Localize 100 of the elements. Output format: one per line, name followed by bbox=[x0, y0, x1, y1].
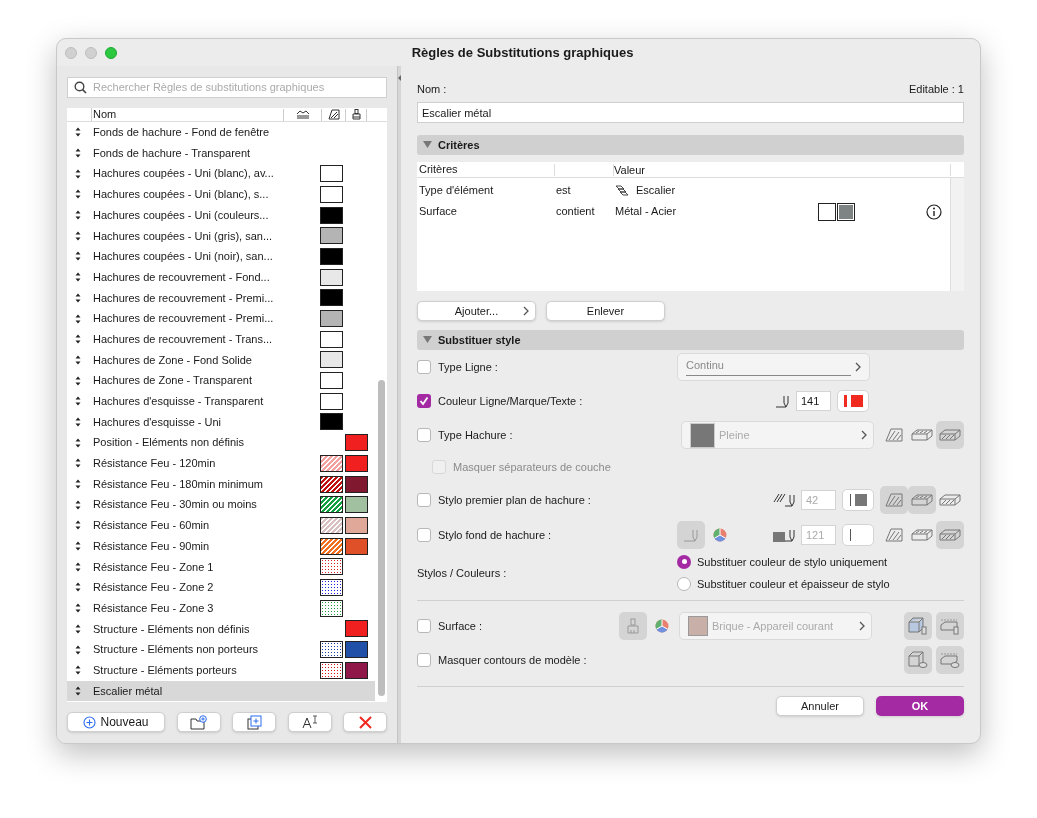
pen-number-field[interactable]: 141 bbox=[796, 391, 831, 411]
stair-icon bbox=[615, 184, 629, 197]
list-row[interactable]: Structure - Eléments non définis bbox=[67, 618, 375, 640]
section-header[interactable]: Substituer style bbox=[417, 330, 964, 350]
list-row[interactable]: Hachures coupées - Uni (blanc), av... bbox=[67, 163, 375, 185]
rule-name: Escalier métal bbox=[93, 683, 164, 699]
slab-eraser-button[interactable] bbox=[936, 646, 964, 674]
chevron-icon bbox=[855, 362, 861, 372]
name-field[interactable]: Escalier métal bbox=[417, 102, 964, 123]
checkbox[interactable] bbox=[417, 394, 431, 408]
disclosure-triangle-icon bbox=[423, 335, 432, 345]
checkbox[interactable] bbox=[417, 528, 431, 542]
pen-color-button[interactable] bbox=[842, 524, 874, 546]
list-row[interactable]: Résistance Feu - 90min bbox=[67, 535, 375, 557]
scrollbar-thumb[interactable] bbox=[377, 380, 385, 696]
list-row[interactable]: Résistance Feu - Zone 1 bbox=[67, 556, 375, 578]
rename-button[interactable] bbox=[287, 712, 332, 732]
slab-eraser-icon bbox=[940, 651, 960, 669]
list-row[interactable]: Structure - Eléments non porteurs bbox=[67, 639, 375, 660]
checkbox[interactable] bbox=[417, 360, 431, 374]
pen-color-button[interactable] bbox=[837, 390, 869, 412]
list-row[interactable]: Résistance Feu - Zone 2 bbox=[67, 577, 375, 598]
rule-name: Résistance Feu - 30min ou moins bbox=[93, 497, 258, 513]
list-row[interactable]: Structure - Eléments porteurs bbox=[67, 659, 375, 681]
zoom-window-icon[interactable] bbox=[105, 46, 117, 59]
slab-cut-icon[interactable] bbox=[939, 493, 961, 507]
new-button[interactable]: Nouveau bbox=[67, 712, 165, 732]
window-title: Règles de Substitutions graphiques bbox=[410, 43, 635, 62]
duplicate-button[interactable] bbox=[232, 712, 276, 732]
delete-button[interactable] bbox=[343, 712, 387, 732]
slab-cut-button[interactable] bbox=[936, 421, 964, 449]
list-row[interactable]: Hachures de recouvrement - Trans... bbox=[67, 328, 375, 350]
reorder-icon bbox=[75, 354, 81, 365]
add-menu-button[interactable]: Ajouter... bbox=[417, 301, 536, 321]
slab-icon[interactable] bbox=[911, 528, 933, 542]
rule-name: Hachures coupées - Uni (couleurs... bbox=[93, 207, 270, 223]
box-eraser-button[interactable] bbox=[904, 646, 932, 674]
minimize-window-icon[interactable] bbox=[85, 46, 97, 59]
list-row[interactable]: Hachures coupées - Uni (noir), san... bbox=[67, 246, 375, 267]
checkbox[interactable] bbox=[417, 653, 431, 667]
slab-button[interactable] bbox=[908, 486, 936, 514]
rule-name: Hachures de recouvrement - Fond... bbox=[93, 269, 271, 285]
cancel-button[interactable]: Annuler bbox=[776, 696, 864, 716]
reorder-icon bbox=[75, 127, 81, 138]
hatch-button[interactable] bbox=[880, 486, 908, 514]
checkbox[interactable] bbox=[417, 619, 431, 633]
radio-button[interactable] bbox=[677, 577, 691, 592]
list-row[interactable]: Hachures de Zone - Fond Solide bbox=[67, 349, 375, 371]
pen-icon bbox=[683, 528, 699, 542]
slab-icon[interactable] bbox=[911, 428, 933, 442]
list-row[interactable]: Hachures d'esquisse - Uni bbox=[67, 411, 375, 433]
hatch-icon[interactable] bbox=[885, 528, 903, 542]
option-label: Stylos / Couleurs : bbox=[417, 565, 508, 581]
list-row[interactable]: Hachures de recouvrement - Fond... bbox=[67, 266, 375, 288]
rule-name: Hachures coupées - Uni (gris), san... bbox=[93, 228, 274, 244]
reorder-icon bbox=[75, 189, 81, 200]
checkbox[interactable] bbox=[417, 493, 431, 507]
pen-color-button[interactable] bbox=[842, 489, 874, 511]
list-row[interactable]: Résistance Feu - 180min minimum bbox=[67, 473, 375, 495]
slab-icon bbox=[911, 493, 933, 507]
box-brush-button[interactable] bbox=[904, 612, 932, 640]
list-row[interactable]: Hachures de recouvrement - Premi... bbox=[67, 287, 375, 309]
list-row[interactable]: Résistance Feu - 120min bbox=[67, 453, 375, 474]
checkbox[interactable] bbox=[417, 428, 431, 442]
delete-icon bbox=[357, 714, 373, 730]
remove-button[interactable]: Enlever bbox=[546, 301, 665, 321]
list-row[interactable]: Hachures d'esquisse - Transparent bbox=[67, 390, 375, 412]
radio-button[interactable] bbox=[677, 554, 691, 569]
list-row[interactable]: Escalier métal bbox=[67, 680, 375, 702]
brush-button[interactable] bbox=[619, 612, 647, 640]
section-header[interactable]: Critères bbox=[417, 135, 964, 155]
list-row[interactable]: Résistance Feu - 60min bbox=[67, 515, 375, 536]
reorder-icon bbox=[75, 541, 81, 552]
list-row[interactable]: Hachures de recouvrement - Premi... bbox=[67, 308, 375, 329]
rule-name: Résistance Feu - 120min bbox=[93, 456, 217, 472]
chevron-icon bbox=[859, 621, 865, 631]
fill-pen-icon bbox=[773, 527, 795, 543]
slab-brush-icon bbox=[940, 617, 960, 635]
list-row[interactable]: Hachures coupées - Uni (blanc), s... bbox=[67, 184, 375, 205]
option-label: Surface : bbox=[438, 618, 483, 634]
list-row[interactable]: Fonds de hachure - Fond de fenêtre bbox=[67, 122, 375, 143]
list-row[interactable]: Résistance Feu - 30min ou moins bbox=[67, 494, 375, 516]
list-row[interactable]: Position - Eléments non définis bbox=[67, 432, 375, 453]
close-window-icon[interactable] bbox=[65, 46, 77, 59]
column-header[interactable]: Nom bbox=[91, 108, 283, 121]
slab-brush-button[interactable] bbox=[936, 612, 964, 640]
brush-icon bbox=[351, 109, 361, 120]
folder-button[interactable] bbox=[176, 712, 221, 732]
hatch-icon[interactable] bbox=[885, 428, 903, 442]
search-field[interactable]: Rechercher Règles de substitutions graphiques bbox=[67, 77, 387, 98]
list-row[interactable]: Hachures coupées - Uni (couleurs... bbox=[67, 204, 375, 226]
list-row[interactable]: Hachures coupées - Uni (gris), san... bbox=[67, 225, 375, 247]
reorder-icon bbox=[75, 437, 81, 448]
list-row[interactable]: Résistance Feu - Zone 3 bbox=[67, 597, 375, 619]
slab-cut-button[interactable] bbox=[936, 521, 964, 549]
pen-button[interactable] bbox=[677, 521, 705, 549]
ok-button[interactable]: OK bbox=[876, 696, 964, 716]
list-row[interactable]: Fonds de hachure - Transparent bbox=[67, 142, 375, 164]
list-row[interactable]: Hachures de Zone - Transparent bbox=[67, 370, 375, 391]
reorder-icon bbox=[75, 375, 81, 386]
